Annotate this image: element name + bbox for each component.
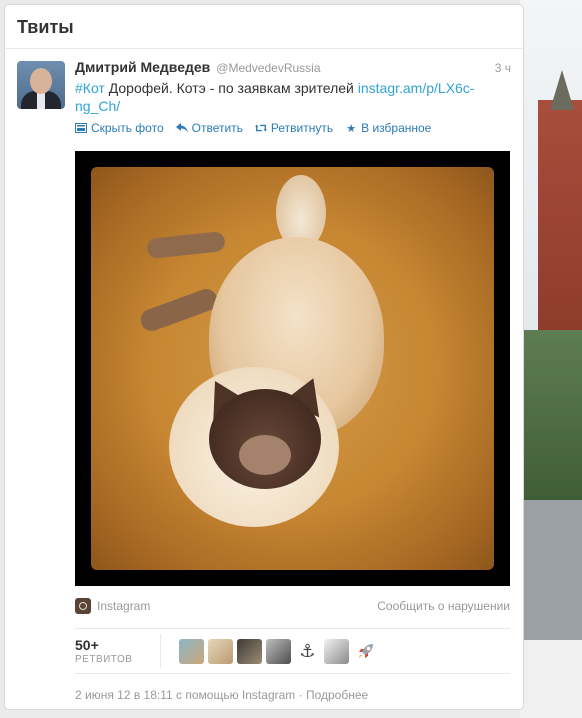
instagram-icon[interactable] (75, 598, 91, 614)
hide-photo-label: Скрыть фото (91, 121, 164, 135)
cat-photo (91, 167, 494, 570)
tweet-photo-frame[interactable] (75, 151, 510, 586)
trees-shape (520, 330, 582, 500)
tower-spire-shape (550, 70, 574, 110)
author-username[interactable]: @MedvedevRussia (216, 61, 320, 75)
tweet-text: #Кот Дорофей. Котэ - по заявкам зрителей… (75, 79, 495, 115)
panel-header: Твиты (5, 5, 523, 49)
cat-leg-shape (146, 230, 226, 260)
kremlin-tower-shape (538, 100, 582, 340)
tweet-timestamp[interactable]: 3 ч (495, 61, 511, 75)
retweet-label: Ретвитнуть (270, 121, 334, 135)
star-icon: ★ (346, 122, 357, 135)
tweet-actions: Скрыть фото Ответить Ретвитнуть ★ В избр… (75, 119, 511, 137)
photo-icon (75, 122, 87, 134)
panel-title: Твиты (17, 17, 74, 37)
hide-photo-button[interactable]: Скрыть фото (75, 121, 164, 135)
tweet: Дмитрий Медведев @MedvedevRussia 3 ч #Ко… (5, 49, 523, 702)
report-media-link[interactable]: Сообщить о нарушении (377, 599, 510, 613)
tweet-body-text: Дорофей. Котэ - по заявкам зрителей (104, 80, 358, 96)
tweets-panel: Твиты Дмитрий Медведев @MedvedevRussia 3… (4, 4, 524, 710)
hashtag-link[interactable]: #Кот (75, 80, 105, 96)
avatar-shirt (37, 93, 45, 109)
reply-button[interactable]: Ответить (175, 121, 243, 135)
retweet-count: 50+ (75, 637, 99, 653)
favorite-button[interactable]: ★ В избранное (345, 121, 431, 135)
author-fullname[interactable]: Дмитрий Медведев (75, 59, 210, 75)
tweet-header: Дмитрий Медведев @MedvedevRussia (75, 59, 511, 77)
retweeter-avatar[interactable] (324, 638, 349, 664)
retweet-icon (254, 122, 267, 134)
cat-leg-shape (137, 285, 221, 335)
retweeter-avatar[interactable] (237, 638, 262, 664)
retweeter-avatar[interactable] (266, 638, 291, 664)
cat-muzzle-shape (239, 435, 291, 475)
reply-icon (175, 122, 188, 134)
retweet-count-label: РЕТВИТОВ (75, 654, 133, 665)
tweet-details-line[interactable]: 2 июня 12 в 18:11 с помощью Instagram · … (75, 688, 511, 702)
retweeter-avatar-rocket-icon[interactable] (353, 638, 378, 664)
background-bottom (520, 640, 582, 718)
favorite-label: В избранное (361, 121, 432, 135)
retweet-button[interactable]: Ретвитнуть (254, 121, 334, 135)
media-source-row: Instagram Сообщить о нарушении (75, 594, 510, 618)
retweeter-avatars: ⚓ (179, 638, 378, 664)
retweeter-avatar[interactable] (179, 638, 204, 664)
media-source-link[interactable]: Instagram (97, 599, 150, 613)
reply-label: Ответить (191, 121, 243, 135)
retweet-count-block[interactable]: 50+ РЕТВИТОВ (75, 634, 161, 668)
road-shape (520, 500, 582, 640)
retweeter-avatar[interactable] (208, 638, 233, 664)
tweet-stats: 50+ РЕТВИТОВ ⚓ (75, 628, 510, 674)
background-image (520, 0, 582, 718)
avatar[interactable] (17, 61, 65, 109)
avatar-head (30, 68, 52, 94)
retweeter-avatar-anchor-icon[interactable]: ⚓ (295, 638, 320, 664)
